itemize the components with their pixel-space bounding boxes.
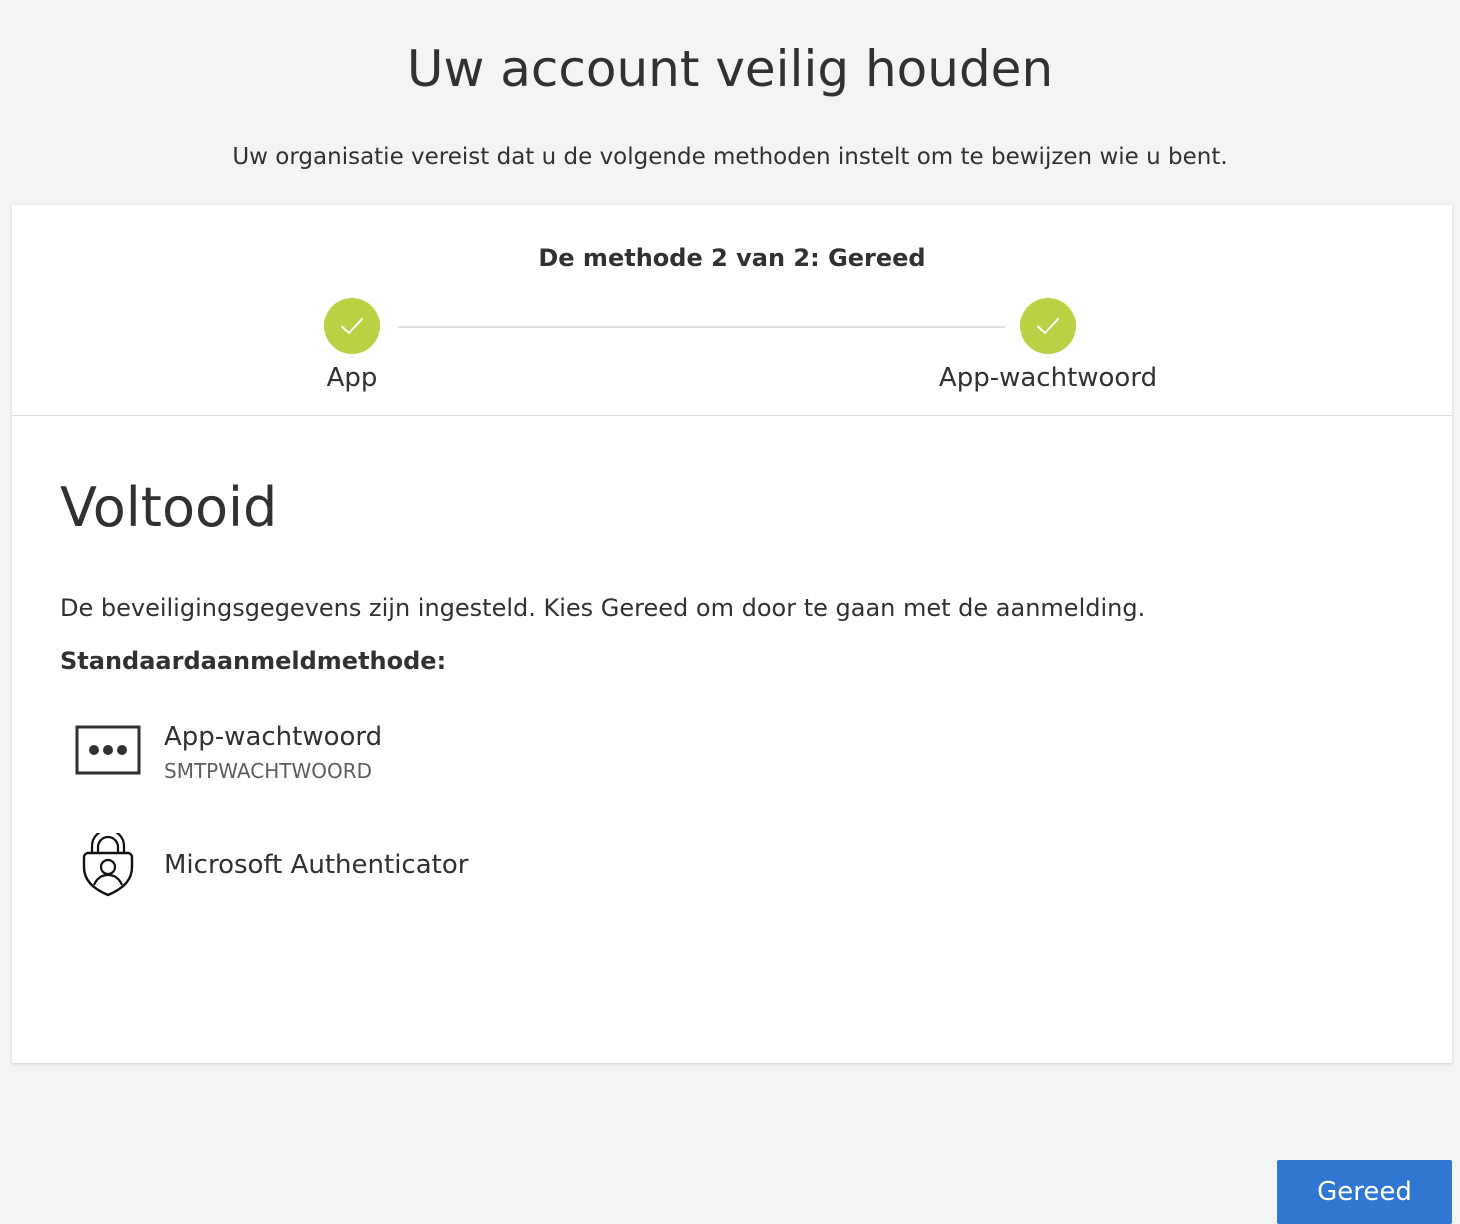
method-authenticator: Microsoft Authenticator — [60, 828, 860, 908]
page-subtitle: Uw organisatie vereist dat u de volgende… — [232, 144, 1228, 170]
setup-card: De methode 2 van 2: Gereed App App-wacht… — [12, 205, 1452, 1224]
authenticator-icon — [74, 832, 142, 900]
default-method-label: Standaardaanmeldmethode: — [60, 647, 447, 675]
step-app-password: App-wachtwoord — [898, 298, 1198, 398]
step-label: App-wachtwoord — [938, 363, 1158, 393]
method-name: App-wachtwoord — [164, 722, 383, 752]
progress-header: De methode 2 van 2: Gereed App App-wacht… — [12, 205, 1452, 416]
progress-title: De methode 2 van 2: Gereed — [538, 244, 926, 272]
step-completed-circle — [1020, 298, 1076, 354]
method-name: Microsoft Authenticator — [164, 850, 469, 880]
done-button[interactable]: Gereed — [1277, 1160, 1452, 1224]
checkmark-icon — [1037, 318, 1059, 334]
section-title: Voltooid — [60, 476, 278, 539]
checkmark-icon — [341, 318, 363, 334]
step-label: App — [326, 363, 378, 393]
completion-description: De beveiligingsgegevens zijn ingesteld. … — [60, 594, 1146, 622]
step-completed-circle — [324, 298, 380, 354]
method-app-password: App-wachtwoord SMTPWACHTWOORD — [60, 716, 860, 796]
method-detail: SMTPWACHTWOORD — [164, 759, 373, 783]
page-title: Uw account veilig houden — [406, 40, 1054, 98]
step-app: App — [202, 298, 502, 398]
password-dots-icon — [74, 716, 142, 784]
